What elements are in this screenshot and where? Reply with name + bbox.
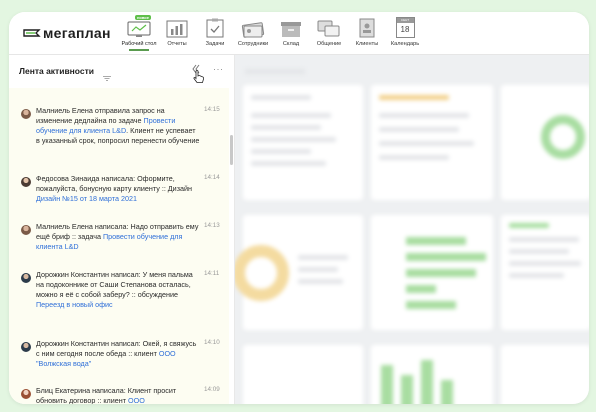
tasks-icon: [197, 14, 233, 38]
nav-calendar[interactable]: СЕНТ 18 Календарь: [387, 14, 423, 47]
dash-card: [243, 345, 363, 404]
feed-link[interactable]: Дизайн №15 от 18 марта 2021: [36, 194, 137, 203]
dash-card: [501, 345, 589, 404]
feed-time: 14:10: [204, 339, 220, 346]
dashboard-widgets: [235, 55, 589, 404]
dash-card: [371, 85, 493, 200]
employees-icon: [235, 14, 271, 38]
avatar: [21, 342, 31, 352]
avatar: [21, 225, 31, 235]
clients-icon: [349, 14, 385, 38]
app-window: мегаплан новое Рабочий стол Отчеты Задач…: [9, 12, 589, 404]
dash-card: [371, 215, 493, 330]
nav-chat[interactable]: Общение: [311, 14, 347, 47]
nav-reports[interactable]: Отчеты: [159, 14, 195, 47]
dash-card: [501, 215, 589, 330]
feed-message: Федосова Зинаида написала: Оформите, пож…: [36, 174, 200, 204]
feed-text: Федосова Зинаида написала: Оформите, пож…: [36, 174, 192, 193]
avatar: [21, 389, 31, 399]
new-badge: новое: [135, 15, 151, 20]
feed-message: Малниель Елена написала: Надо отправить …: [36, 222, 200, 252]
chat-icon: [311, 14, 347, 38]
feed-link[interactable]: ООО: [128, 396, 145, 404]
top-navigation-bar: мегаплан новое Рабочий стол Отчеты Задач…: [9, 12, 589, 55]
more-options-icon[interactable]: ···: [213, 65, 224, 74]
activity-panel-title: Лента активности: [19, 66, 95, 76]
feed-text: Дорожкин Константин написал: У меня паль…: [36, 270, 193, 299]
feed-time: 14:09: [204, 386, 220, 393]
feed-link[interactable]: Переезд в новый офис: [36, 300, 113, 309]
avatar: [21, 273, 31, 283]
activity-panel-header: Лента активности ···: [9, 55, 234, 83]
feed-scrollbar[interactable]: [230, 135, 233, 165]
dashboard-blurred: [235, 55, 589, 404]
activity-feed: Малниель Елена отправила запрос на измен…: [9, 88, 229, 404]
avatar: [21, 109, 31, 119]
hand-cursor-icon: [193, 70, 205, 89]
dash-card: [501, 85, 589, 200]
nav-label-chat: Общение: [316, 41, 342, 47]
logo-icon: [23, 27, 41, 39]
nav-employees[interactable]: Сотрудники: [235, 14, 271, 47]
feed-message: Дорожкин Константин написал: У меня паль…: [36, 270, 200, 310]
calendar-day: 18: [400, 25, 410, 34]
dash-card: [235, 215, 363, 330]
nav-clients[interactable]: Клиенты: [349, 14, 385, 47]
reports-icon: [159, 14, 195, 38]
nav-warehouse[interactable]: Склад: [273, 14, 309, 47]
filter-dropdown-icon[interactable]: [103, 68, 111, 86]
activity-panel: Лента активности ··· Малниель Елена отпр…: [9, 55, 235, 404]
feed-time: 14:15: [204, 106, 220, 113]
feed-time: 14:11: [204, 270, 220, 277]
feed-text: Блиц Екатерина написала: Клиент просит о…: [36, 386, 177, 404]
nav-label-employees: Сотрудники: [237, 41, 269, 47]
nav-label-desktop: Рабочий стол: [121, 41, 157, 47]
logo[interactable]: мегаплан: [23, 25, 111, 41]
nav-label-tasks: Задачи: [205, 41, 225, 47]
main-nav: новое Рабочий стол Отчеты Задачи Сотрудн…: [121, 14, 425, 51]
warehouse-icon: [273, 14, 309, 38]
logo-text: мегаплан: [43, 25, 111, 41]
nav-tasks[interactable]: Задачи: [197, 14, 233, 47]
avatar: [21, 177, 31, 187]
nav-label-calendar: Календарь: [390, 41, 420, 47]
nav-label-reports: Отчеты: [167, 41, 187, 47]
feed-time: 14:14: [204, 174, 220, 181]
feed-message: Малниель Елена отправила запрос на измен…: [36, 106, 200, 146]
feed-time: 14:13: [204, 222, 220, 229]
dash-card: [243, 85, 363, 200]
nav-desktop[interactable]: новое Рабочий стол: [121, 14, 157, 51]
calendar-icon: СЕНТ 18: [387, 14, 423, 38]
nav-label-clients: Клиенты: [355, 41, 379, 47]
dash-placeholder: [245, 69, 305, 74]
feed-message: Блиц Екатерина написала: Клиент просит о…: [36, 386, 200, 404]
nav-label-warehouse: Склад: [282, 41, 300, 47]
dash-card: [371, 345, 493, 404]
feed-message: Дорожкин Константин написал: Окей, я свя…: [36, 339, 200, 369]
